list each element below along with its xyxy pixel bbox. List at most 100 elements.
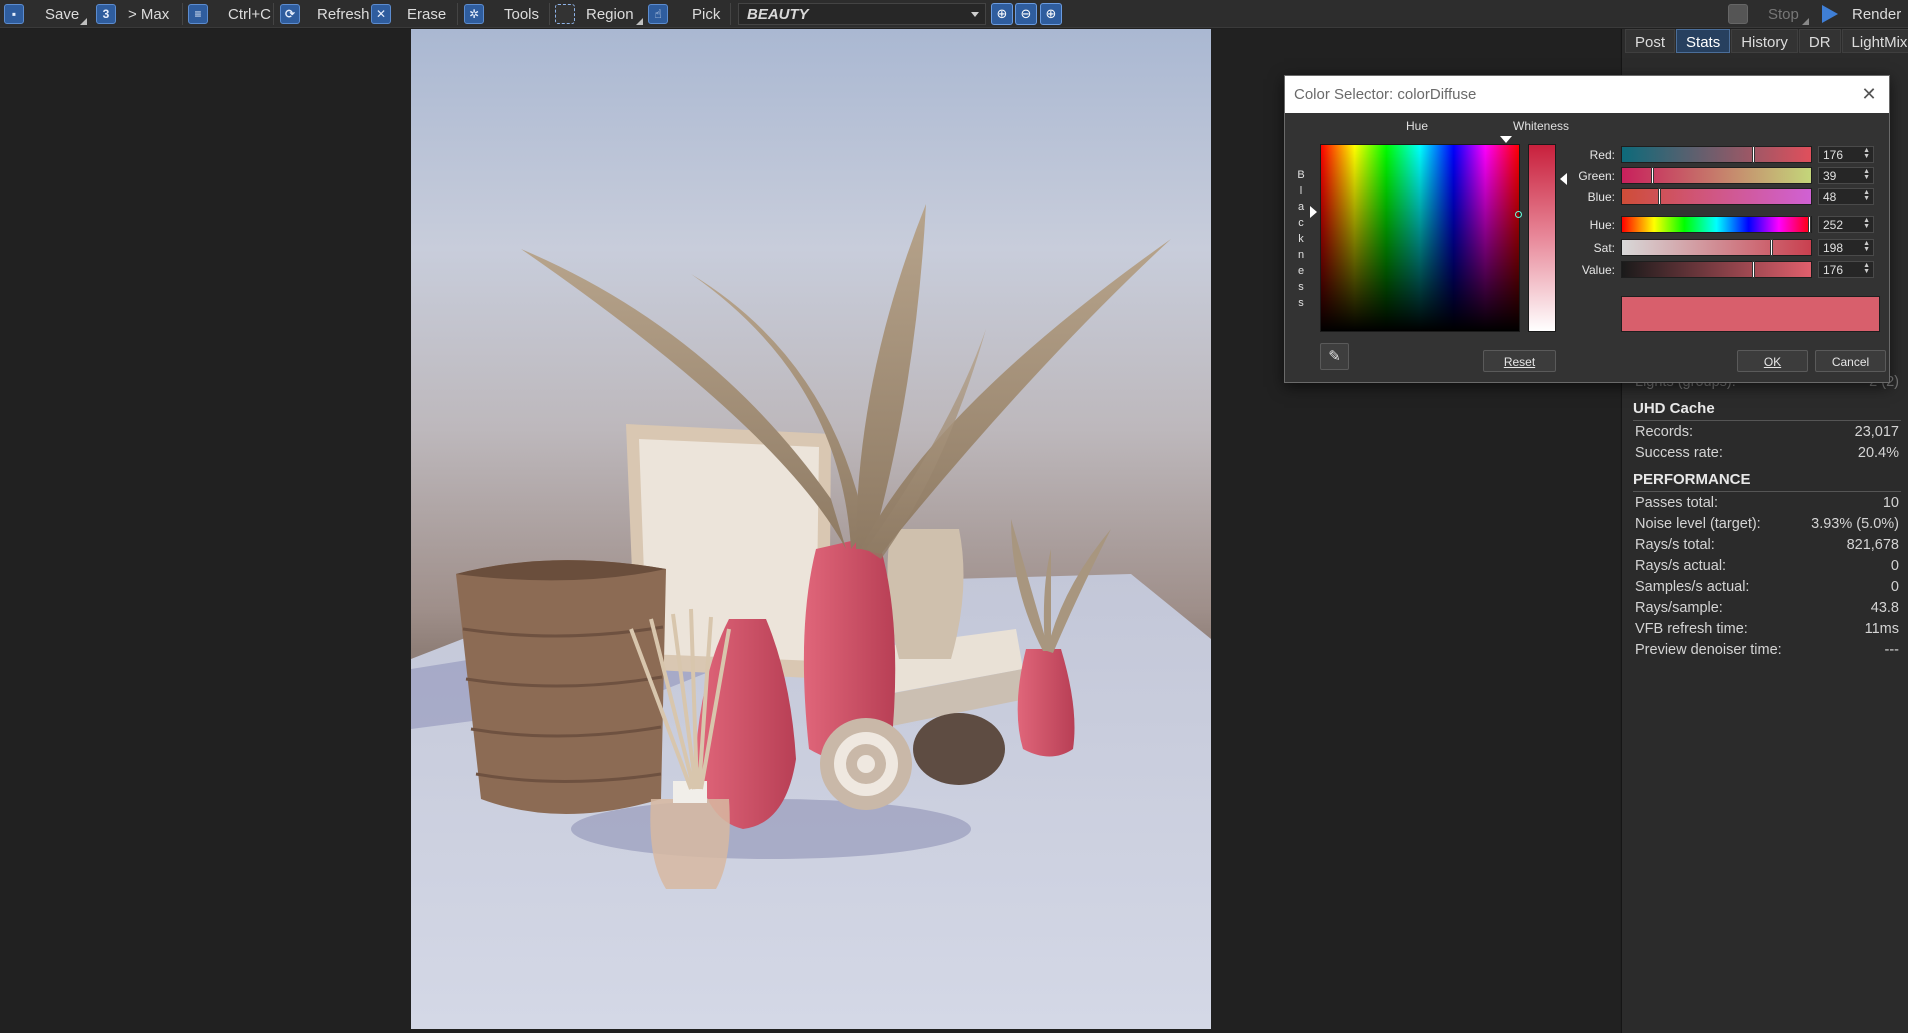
tab-dr[interactable]: DR: [1798, 29, 1841, 53]
toolbar-separator: [549, 3, 550, 25]
stat-row: Rays/sample: 43.8: [1635, 600, 1899, 616]
play-icon: [1822, 5, 1838, 23]
rendered-image: [411, 29, 1211, 1029]
spinner-arrows-icon[interactable]: ▲ ▼: [1863, 147, 1870, 160]
stat-row: Noise level (target): 3.93% (5.0%): [1635, 516, 1899, 532]
stop-button[interactable]: Stop: [1728, 3, 1809, 25]
gear-icon: ✲: [464, 4, 484, 24]
stat-row: VFB refresh time: 11ms: [1635, 621, 1899, 637]
stat-row: Rays/s actual: 0: [1635, 558, 1899, 574]
slider-thumb[interactable]: [1752, 261, 1755, 278]
toolbar-separator: [457, 3, 458, 25]
stat-row: Passes total: 10: [1635, 495, 1899, 511]
stat-row: Success rate: 20.4%: [1635, 445, 1899, 461]
panel-tabs: Post Stats History DR LightMix: [1622, 29, 1908, 54]
pick-button[interactable]: ☝ Pick: [648, 3, 720, 25]
zoom-fit-icon[interactable]: ⊕: [991, 3, 1013, 25]
tab-history[interactable]: History: [1731, 29, 1798, 53]
render-channel-dropdown[interactable]: BEAUTY: [738, 3, 986, 25]
max-button[interactable]: 3 > Max: [96, 3, 169, 25]
slider-thumb[interactable]: [1658, 188, 1661, 205]
toolbar-separator: [182, 3, 183, 25]
blue-slider[interactable]: [1621, 188, 1812, 205]
stat-row: Preview denoiser time: ---: [1635, 642, 1899, 658]
refresh-button[interactable]: ⟳ Refresh: [280, 3, 370, 25]
hue-blackness-picker[interactable]: [1320, 144, 1522, 332]
spinner-arrows-icon[interactable]: ▲ ▼: [1863, 240, 1870, 253]
region-button[interactable]: Region: [555, 3, 643, 25]
spinner-arrows-icon[interactable]: ▲ ▼: [1863, 217, 1870, 230]
hue-slider[interactable]: [1621, 216, 1812, 233]
eyedropper-icon[interactable]: ✎: [1320, 343, 1349, 370]
copy-icon: ≡: [188, 4, 208, 24]
red-slider[interactable]: [1621, 146, 1812, 163]
save-button[interactable]: ▪ Save: [4, 3, 88, 25]
corner-arrow-icon: [635, 18, 643, 25]
value-label: Value:: [1581, 263, 1615, 277]
stat-row: Records: 23,017: [1635, 424, 1899, 440]
blue-value-spinner[interactable]: 48 ▲ ▼: [1818, 188, 1874, 205]
cancel-button[interactable]: Cancel: [1815, 350, 1886, 372]
color-selector-dialog: Color Selector: colorDiffuse ✕ Hue White…: [1284, 75, 1890, 383]
tab-stats[interactable]: Stats: [1676, 29, 1731, 53]
dialog-title-bar[interactable]: Color Selector: colorDiffuse ✕: [1285, 76, 1889, 113]
copy-button[interactable]: ≡ Ctrl+C: [188, 3, 271, 25]
sat-slider[interactable]: [1621, 239, 1812, 256]
erase-icon: ✕: [371, 4, 391, 24]
sat-label: Sat:: [1593, 241, 1615, 255]
reset-button[interactable]: Reset: [1483, 350, 1556, 372]
value-value-spinner[interactable]: 176 ▲ ▼: [1818, 261, 1874, 278]
performance-title: PERFORMANCE: [1633, 471, 1751, 488]
current-color-swatch: [1621, 296, 1880, 332]
blue-label: Blue:: [1587, 190, 1615, 204]
spinner-arrows-icon[interactable]: ▲ ▼: [1863, 262, 1870, 275]
blackness-label: B l a c k n e s s: [1297, 169, 1305, 309]
erase-button[interactable]: ✕ Erase: [371, 3, 446, 25]
green-label: Green:: [1578, 169, 1615, 183]
corner-arrow-icon: [1801, 18, 1809, 25]
hue-label: Hue: [1406, 119, 1429, 133]
render-button[interactable]: Render: [1822, 3, 1901, 25]
chevron-down-icon: [971, 12, 979, 17]
corner-arrow-icon: [80, 18, 88, 25]
tools-button[interactable]: ✲ Tools: [464, 3, 539, 25]
region-icon: [555, 4, 575, 24]
render-scene: [411, 204, 1211, 1029]
zoom-in-icon[interactable]: ⊕: [1040, 3, 1062, 25]
spinner-arrows-icon[interactable]: ▲ ▼: [1863, 189, 1870, 202]
value-slider[interactable]: [1621, 261, 1812, 278]
hue-marker-icon[interactable]: [1500, 136, 1512, 143]
tab-lightmix[interactable]: LightMix: [1841, 29, 1908, 53]
slider-thumb[interactable]: [1651, 167, 1654, 184]
sat-value-spinner[interactable]: 198 ▲ ▼: [1818, 239, 1874, 256]
hue-channel-label: Hue:: [1589, 218, 1615, 232]
uhd-cache-title: UHD Cache: [1633, 400, 1715, 417]
picker-cursor-icon: [1515, 211, 1522, 218]
green-value-spinner[interactable]: 39 ▲ ▼: [1818, 167, 1874, 184]
section-divider: [1633, 491, 1901, 492]
slider-thumb[interactable]: [1770, 239, 1773, 256]
refresh-icon: ⟳: [280, 4, 300, 24]
red-label: Red:: [1589, 148, 1615, 162]
tab-post[interactable]: Post: [1625, 29, 1676, 53]
green-slider[interactable]: [1621, 167, 1812, 184]
zoom-out-icon[interactable]: ⊖: [1015, 3, 1037, 25]
vfb-toolbar: ▪ Save 3 > Max ≡ Ctrl+C ⟳ Refresh ✕ Eras…: [0, 0, 1908, 28]
whiteness-label: Whiteness: [1513, 119, 1570, 133]
save-icon: ▪: [4, 4, 24, 24]
stat-row: Rays/s total: 821,678: [1635, 537, 1899, 553]
red-value-spinner[interactable]: 176 ▲ ▼: [1818, 146, 1874, 163]
whiteness-slider[interactable]: [1528, 144, 1556, 332]
spinner-arrows-icon[interactable]: ▲ ▼: [1863, 168, 1870, 181]
hue-value-spinner[interactable]: 252 ▲ ▼: [1818, 216, 1874, 233]
stat-row: Samples/s actual: 0: [1635, 579, 1899, 595]
toolbar-separator: [730, 3, 731, 25]
hand-pointer-icon: ☝: [648, 4, 668, 24]
slider-thumb[interactable]: [1752, 146, 1755, 163]
dialog-title: Color Selector: colorDiffuse: [1294, 86, 1477, 103]
stop-icon: [1728, 4, 1748, 24]
blackness-marker-icon[interactable]: [1310, 206, 1317, 218]
slider-thumb[interactable]: [1808, 216, 1811, 233]
close-icon[interactable]: ✕: [1859, 84, 1879, 104]
ok-button[interactable]: OK: [1737, 350, 1808, 372]
